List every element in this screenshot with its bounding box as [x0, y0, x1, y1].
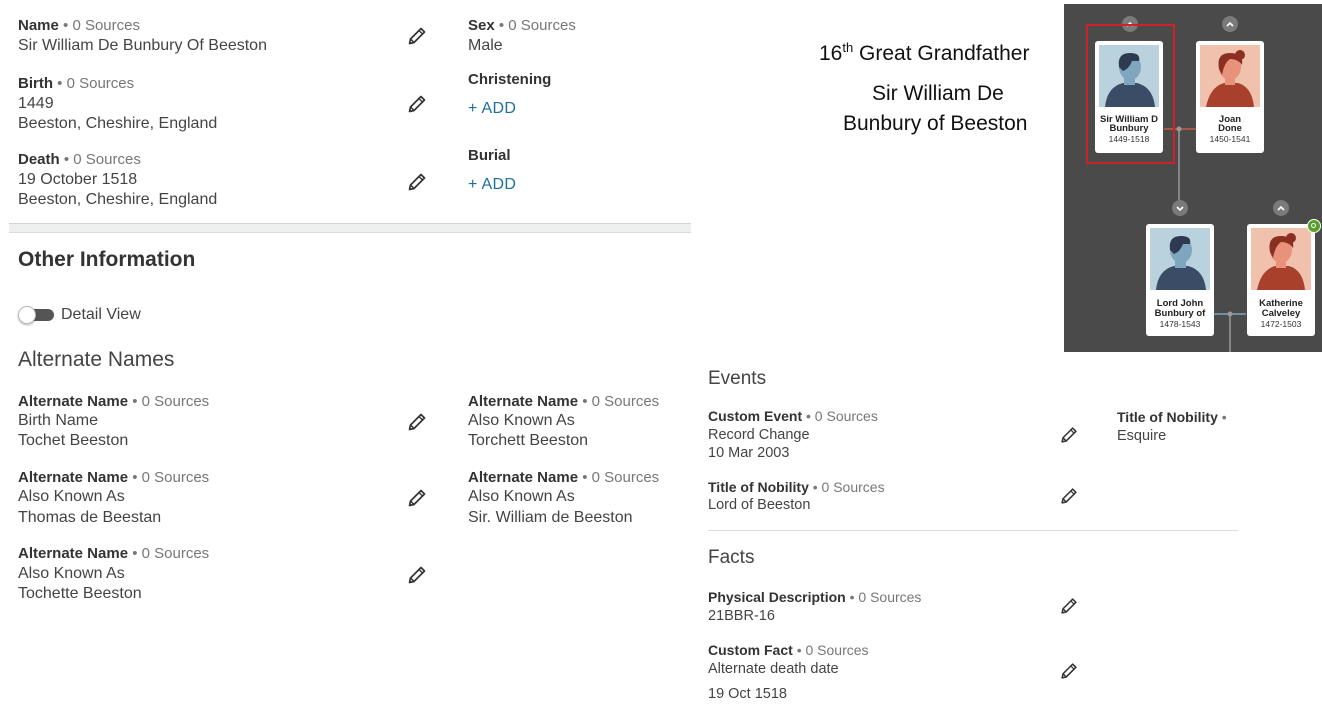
events-divider — [708, 530, 1238, 531]
person-name: Bunbury — [1109, 123, 1149, 134]
death-date: 19 October 1518 — [18, 171, 138, 188]
alt-name-label: Alternate Name • 0 Sources — [468, 393, 660, 410]
events-title: Events — [708, 368, 767, 389]
death-label: Death • 0 Sources — [18, 151, 141, 168]
birth-date: 1449 — [18, 95, 54, 112]
person-years: 1478-1543 — [1159, 319, 1201, 329]
edit-alt-name-pencil-icon[interactable] — [405, 410, 429, 434]
alt-name-type: Birth Name — [18, 412, 99, 429]
edit-custom-fact-pencil-icon[interactable] — [1058, 660, 1080, 682]
edit-birth-pencil-icon[interactable] — [405, 92, 429, 116]
alt-name-value: Tochet Beeston — [18, 432, 129, 449]
female-avatar-icon — [1251, 228, 1311, 290]
birth-label: Birth • 0 Sources — [18, 75, 135, 92]
person-name: Done — [1218, 123, 1242, 134]
collapse-children-icon[interactable] — [1172, 200, 1188, 216]
alt-name-value: Torchett Beeston — [468, 432, 589, 449]
death-place: Beeston, Cheshire, England — [18, 191, 218, 208]
sex-label: Sex • 0 Sources — [468, 17, 576, 34]
expand-parents-icon[interactable] — [1222, 16, 1238, 32]
person-years: 1472-1503 — [1260, 319, 1302, 329]
person-years: 1450-1541 — [1209, 134, 1251, 144]
alt-name-type: Also Known As — [18, 488, 125, 505]
person-annotation-line1: Sir William De — [872, 82, 1004, 105]
person-annotation-line2: Bunbury of Beeston — [843, 112, 1028, 135]
alt-name-type: Also Known As — [18, 565, 125, 582]
custom-event-date: 10 Mar 2003 — [708, 445, 790, 461]
alt-name-value: Thomas de Beestan — [18, 509, 162, 526]
alt-name-value: Tochette Beeston — [18, 585, 142, 602]
physical-description-label: Physical Description • 0 Sources — [708, 589, 922, 605]
custom-event-label: Custom Event • 0 Sources — [708, 408, 878, 424]
alt-name-value: Sir. William de Beeston — [468, 509, 633, 526]
detail-view-toggle[interactable] — [18, 306, 54, 324]
add-christening-button[interactable]: + ADD — [468, 100, 516, 118]
title-nobility-label: Title of Nobility • — [1117, 409, 1227, 425]
edit-custom-event-pencil-icon[interactable] — [1058, 424, 1080, 446]
title-nobility-value: Esquire — [1117, 428, 1167, 444]
person-card-sir-william[interactable]: Sir William D Bunbury 1449-1518 — [1095, 41, 1163, 153]
facts-title: Facts — [708, 547, 755, 568]
generation-annotation: 16th Great Grandfather — [819, 40, 1030, 65]
section-divider — [9, 223, 691, 233]
family-tree-view[interactable]: Sir William D Bunbury 1449-1518 Joan Don… — [1064, 4, 1322, 352]
edit-name-pencil-icon[interactable] — [405, 24, 429, 48]
female-avatar-icon — [1200, 45, 1260, 107]
male-avatar-icon — [1150, 228, 1210, 290]
detail-view-label: Detail View — [61, 306, 141, 323]
edit-alt-name-pencil-icon[interactable] — [405, 563, 429, 587]
physical-description-value: 21BBR-16 — [708, 608, 775, 624]
burial-label: Burial — [468, 147, 511, 164]
expand-parents-icon[interactable] — [1273, 200, 1289, 216]
birth-place: Beeston, Cheshire, England — [18, 115, 218, 132]
title-nobility-value: Lord of Beeston — [708, 497, 811, 513]
other-info-title: Other Information — [18, 248, 196, 271]
custom-fact-label: Custom Fact • 0 Sources — [708, 642, 869, 658]
edit-death-pencil-icon[interactable] — [405, 170, 429, 194]
name-label: Name • 0 Sources — [18, 17, 140, 34]
person-card-joan-done[interactable]: Joan Done 1450-1541 — [1196, 41, 1264, 153]
title-nobility-label: Title of Nobility • 0 Sources — [708, 479, 885, 495]
hint-leaf-icon[interactable] — [1307, 219, 1321, 233]
custom-event-type: Record Change — [708, 427, 810, 443]
alternate-names-title: Alternate Names — [18, 348, 175, 371]
edit-physical-description-pencil-icon[interactable] — [1058, 595, 1080, 617]
edit-title-nobility-pencil-icon[interactable] — [1058, 485, 1080, 507]
name-value: Sir William De Bunbury Of Beeston — [18, 37, 267, 54]
toggle-knob — [18, 306, 36, 324]
alt-name-label: Alternate Name • 0 Sources — [18, 545, 210, 562]
sex-value: Male — [468, 37, 503, 54]
christening-label: Christening — [468, 71, 552, 88]
person-card-lord-john[interactable]: Lord John Bunbury of 1478-1543 — [1146, 224, 1214, 336]
custom-fact-date: 19 Oct 1518 — [708, 686, 787, 702]
alt-name-type: Also Known As — [468, 488, 575, 505]
edit-alt-name-pencil-icon[interactable] — [405, 486, 429, 510]
alt-name-label: Alternate Name • 0 Sources — [468, 469, 660, 486]
alt-name-type: Also Known As — [468, 412, 575, 429]
person-card-katherine[interactable]: Katherine Calveley 1472-1503 — [1247, 224, 1315, 336]
custom-fact-type: Alternate death date — [708, 661, 839, 677]
male-avatar-icon — [1099, 45, 1159, 107]
alt-name-label: Alternate Name • 0 Sources — [18, 393, 210, 410]
person-name: Bunbury of — [1154, 308, 1206, 319]
person-years: 1449-1518 — [1108, 134, 1150, 144]
person-name: Calveley — [1261, 308, 1301, 319]
alt-name-label: Alternate Name • 0 Sources — [18, 469, 210, 486]
add-burial-button[interactable]: + ADD — [468, 176, 516, 194]
